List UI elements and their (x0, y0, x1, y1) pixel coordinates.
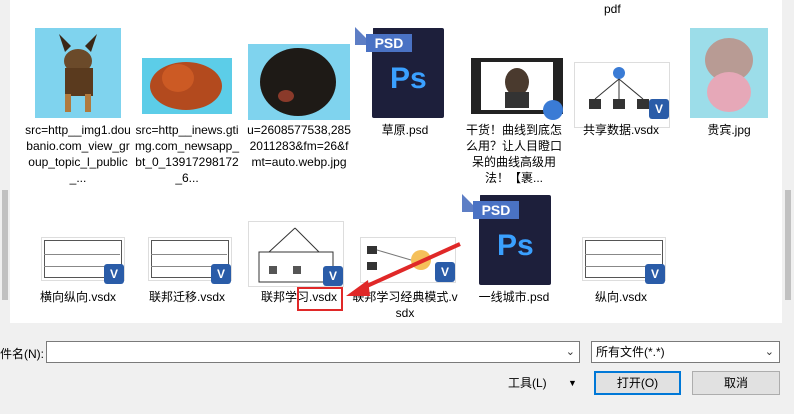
chevron-down-icon[interactable]: ⌄ (566, 345, 575, 358)
chevron-down-icon[interactable]: ⌄ (765, 342, 774, 362)
image-thumbnail (25, 26, 131, 122)
file-name: 纵向.vsdx (594, 290, 647, 304)
visio-badge-icon: V (649, 99, 669, 119)
image-thumbnail (246, 26, 352, 122)
file-list: pdf src=http__img1.doubanio.com_view_gro… (10, 0, 782, 323)
tools-label: 工具(L) (508, 376, 547, 390)
filename-input[interactable] (49, 343, 563, 363)
filetype-select[interactable]: 所有文件(*.*) ⌄ (591, 341, 780, 363)
video-thumbnail (461, 26, 567, 122)
file-name: 横向纵向.vsdx (39, 290, 116, 304)
image-thumbnail (676, 26, 782, 122)
file-name-partial[interactable]: pdf (604, 2, 621, 16)
tools-button[interactable]: 工具(L) ▼ (508, 372, 580, 394)
cancel-button[interactable]: 取消 (692, 371, 780, 395)
visio-badge-icon: V (645, 264, 665, 284)
scroll-thumb[interactable] (785, 190, 791, 300)
image-thumbnail (134, 26, 240, 122)
right-scrollbar[interactable] (782, 0, 794, 323)
file-name: 草原.psd (381, 123, 429, 137)
visio-thumbnail: V (248, 221, 344, 287)
visio-badge-icon: V (104, 264, 124, 284)
file-name: 联邦迁移.vsdx (148, 290, 225, 304)
visio-thumbnail: V (582, 237, 666, 284)
file-name: u=2608577538,2852011283&fm=26&fmt=auto.w… (247, 123, 351, 169)
filename-label: 件名(N): (0, 347, 44, 361)
visio-thumbnail: V (574, 62, 670, 128)
filename-combobox[interactable]: ⌄ (46, 341, 580, 363)
file-name: src=http__img1.doubanio.com_view_group_t… (25, 123, 131, 185)
visio-badge-icon: V (211, 264, 231, 284)
dropdown-arrow-icon: ▼ (568, 378, 577, 388)
file-name: 共享数据.vsdx (582, 123, 659, 137)
file-name: 一线城市.psd (478, 290, 550, 304)
left-scrollbar[interactable] (0, 0, 10, 323)
open-button[interactable]: 打开(O) (594, 371, 681, 395)
annotation-arrow-icon (346, 242, 461, 296)
scroll-thumb[interactable] (2, 190, 8, 300)
annotation-highlight-box (297, 287, 343, 311)
visio-thumbnail: V (41, 237, 125, 284)
file-name: src=http__inews.gtimg.com_newsapp_bt_0_1… (134, 123, 240, 185)
filetype-value: 所有文件(*.*) (596, 345, 665, 359)
file-name: 贵宾.jpg (707, 123, 751, 137)
file-name: 干货！曲线到底怎么用？让人目瞪口呆的曲线高级用法！【裹... (465, 123, 562, 185)
visio-thumbnail: V (148, 237, 232, 284)
